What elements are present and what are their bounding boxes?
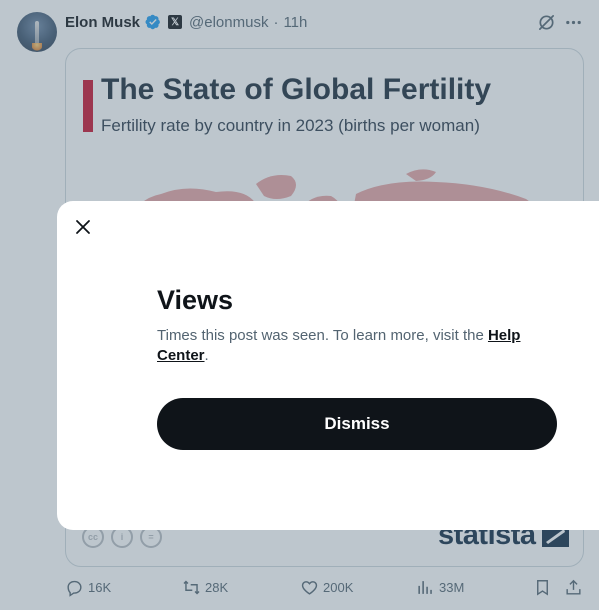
dialog-title: Views	[157, 285, 234, 315]
views-info-dialog: Views Times this post was seen. To learn…	[57, 201, 599, 530]
dialog-description-text: Times this post was seen. To learn more,…	[157, 327, 488, 344]
close-icon	[76, 220, 90, 234]
dialog-description: Times this post was seen. To learn more,…	[157, 326, 557, 366]
dismiss-button[interactable]: Dismiss	[157, 398, 557, 450]
close-button[interactable]	[73, 217, 93, 237]
dialog-description-end: .	[204, 347, 209, 364]
